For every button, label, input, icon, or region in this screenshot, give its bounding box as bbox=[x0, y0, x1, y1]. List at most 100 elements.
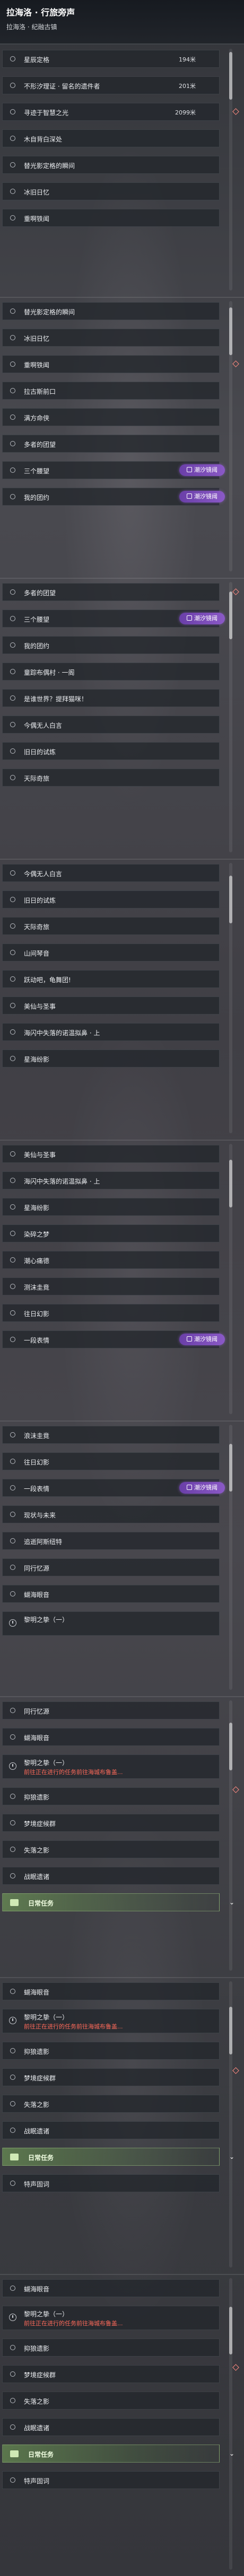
quest-row[interactable]: 潮心痛德 bbox=[2, 1251, 220, 1269]
quest-title: 满方命侠 bbox=[24, 414, 50, 422]
quest-row[interactable]: 星辰定格 194米 bbox=[2, 50, 220, 68]
quest-row[interactable]: 追逝阿斯纽特 bbox=[2, 1532, 220, 1550]
quest-title: 往日幻影 bbox=[24, 1459, 50, 1466]
quest-row[interactable]: 替光影定格的瞬间 bbox=[2, 302, 220, 320]
quest-row[interactable]: 冰旧日忆 bbox=[2, 329, 220, 347]
quest-row[interactable]: 是谁世界？提拜猫咪！ bbox=[2, 689, 220, 707]
quest-row[interactable]: 旧日的试炼 bbox=[2, 742, 220, 760]
quest-row[interactable]: 重啊铁闻 bbox=[2, 355, 220, 373]
quest-row[interactable]: 抑狼遗影 bbox=[2, 2042, 220, 2060]
scrollbar-thumb[interactable] bbox=[229, 52, 232, 100]
quest-row[interactable]: 美仙与圣事 bbox=[2, 1145, 220, 1163]
scrollbar-thumb[interactable] bbox=[229, 307, 232, 355]
quest-row[interactable]: 同行忆源 bbox=[2, 1701, 220, 1719]
quest-row[interactable]: 梦境症候群 bbox=[2, 1814, 220, 1832]
quest-title: 失落之影 bbox=[24, 2101, 50, 2109]
quest-row-active[interactable]: 黎明之挚（一） 前往正在进行的任务前往海城布鲁盖... bbox=[2, 1754, 220, 1779]
quest-row[interactable]: 浪沫圭竟 bbox=[2, 1426, 220, 1444]
quest-row[interactable]: 往日幻影 bbox=[2, 1304, 220, 1322]
quest-row[interactable]: 童踪布偶村 · 一阁 bbox=[2, 663, 220, 681]
scrollbar-thumb[interactable] bbox=[229, 1160, 232, 1207]
quest-marker-icon bbox=[10, 1337, 15, 1342]
quest-marker-icon bbox=[10, 950, 15, 955]
quest-row[interactable]: 重啊铁闻 bbox=[2, 209, 220, 227]
quest-row[interactable]: 今偶无人白言 bbox=[2, 716, 220, 734]
quest-row[interactable]: 蝴海眼音 bbox=[2, 2279, 220, 2297]
track-pin-icon[interactable] bbox=[232, 108, 239, 115]
quest-title: 美仙与圣事 bbox=[24, 1003, 56, 1010]
quest-title: 海闪中失落的诺温拟鼻 · 上 bbox=[24, 1178, 100, 1185]
scrollbar-thumb[interactable] bbox=[229, 2307, 232, 2354]
quest-row[interactable]: 星海纷影 bbox=[2, 1049, 220, 1068]
quest-row[interactable]: 跃动吧，龟舞团! bbox=[2, 970, 220, 988]
quest-row-active[interactable]: 黎明之挚（一） 前往正在进行的任务前往海城布鲁盖... bbox=[2, 2009, 220, 2033]
track-pin-icon[interactable] bbox=[232, 360, 239, 367]
quest-row[interactable]: 失落之影 bbox=[2, 2392, 220, 2410]
quest-row[interactable]: 海闪中失落的诺温拟鼻 · 上 bbox=[2, 1023, 220, 1041]
quest-row[interactable]: 抑狼遗影 bbox=[2, 2339, 220, 2357]
quest-row-active[interactable]: 黎明之挚（一） bbox=[2, 1611, 220, 1636]
track-pin-icon[interactable] bbox=[232, 1786, 239, 1793]
quest-row[interactable]: 特声固词 bbox=[2, 2174, 220, 2192]
quest-row[interactable]: 拉古斯前口 bbox=[2, 382, 220, 400]
quest-row-active[interactable]: 黎明之挚（一） 前往正在进行的任务前往海城布鲁盖... bbox=[2, 2306, 220, 2330]
quest-row[interactable]: 寻迹于智慧之光 2099米 bbox=[2, 103, 220, 121]
quest-row[interactable]: 冰旧日忆 bbox=[2, 182, 220, 200]
track-pin-icon[interactable] bbox=[232, 2364, 239, 2371]
section-header-daily[interactable]: 日常任务 bbox=[2, 1893, 220, 1911]
track-pin-icon[interactable] bbox=[232, 2067, 239, 2074]
quest-row[interactable]: 战眠遗诸 bbox=[2, 1867, 220, 1885]
quest-row[interactable]: 同行忆源 bbox=[2, 1558, 220, 1576]
section-header-daily[interactable]: 日常任务 bbox=[2, 2445, 220, 2463]
quest-row[interactable]: 天际奇旅 bbox=[2, 917, 220, 935]
quest-row[interactable]: 战眠遗诸 bbox=[2, 2121, 220, 2139]
quest-row[interactable]: 蝴海眼音 bbox=[2, 1585, 220, 1603]
quest-marker-icon bbox=[10, 2128, 15, 2133]
quest-row[interactable]: 梦境症候群 bbox=[2, 2068, 220, 2086]
quest-row[interactable]: 特声固词 bbox=[2, 2471, 220, 2489]
quest-row[interactable]: 多者的团望 bbox=[2, 583, 220, 601]
quest-row[interactable]: 梦境症候群 bbox=[2, 2365, 220, 2383]
scrollbar-thumb[interactable] bbox=[229, 592, 232, 639]
quest-row[interactable]: 替光影定格的瞬间 bbox=[2, 156, 220, 174]
section-header-daily[interactable]: 日常任务 bbox=[2, 2148, 220, 2166]
quest-row[interactable]: 海闪中失落的诺温拟鼻 · 上 bbox=[2, 1171, 220, 1189]
scrollbar-thumb[interactable] bbox=[229, 876, 232, 923]
quest-title: 抑狼遗影 bbox=[24, 2048, 50, 2055]
quest-marker-icon bbox=[10, 361, 15, 367]
quest-title: 战眠遗诸 bbox=[24, 2128, 50, 2135]
track-pin-icon[interactable] bbox=[232, 588, 239, 595]
scroll-capture: 多者的团望 三个腰望 我的团约 童踪布偶村 · 一阁 是谁世界？提拜猫咪！ 今偶无人白言旧… bbox=[0, 578, 244, 860]
quest-marker-icon bbox=[10, 748, 15, 754]
scroll-capture: 替光影定格的瞬间 冰旧日忆 重啊铁闻 拉古斯前口 满方命侠 多者的团望 三个腰望 我的团约 潮汐… bbox=[0, 297, 244, 579]
quest-row[interactable]: 不形汐理证 · 留名的遗件者 201米 bbox=[2, 76, 220, 94]
quest-row[interactable]: 失落之影 bbox=[2, 1840, 220, 1858]
quest-title: 冰旧日忆 bbox=[24, 189, 50, 196]
quest-title: 现状与未来 bbox=[24, 1512, 56, 1519]
quest-row[interactable]: 蝴海眼音 bbox=[2, 1728, 220, 1746]
quest-marker-icon bbox=[10, 2075, 15, 2080]
quest-row[interactable]: 美仙与圣事 bbox=[2, 996, 220, 1014]
quest-row[interactable]: 染碎之梦 bbox=[2, 1224, 220, 1242]
quest-row[interactable]: 木自背白深处 bbox=[2, 129, 220, 147]
quest-row[interactable]: 往日幻影 bbox=[2, 1452, 220, 1470]
quest-title: 拉古斯前口 bbox=[24, 388, 56, 395]
quest-row[interactable]: 失落之影 bbox=[2, 2095, 220, 2113]
scrollbar-thumb[interactable] bbox=[229, 1444, 232, 1492]
quest-row[interactable]: 现状与未来 bbox=[2, 1505, 220, 1523]
quest-row[interactable]: 今偶无人白言 bbox=[2, 864, 220, 882]
quest-row[interactable]: 满方命侠 bbox=[2, 408, 220, 426]
quest-row[interactable]: 我的团约 bbox=[2, 636, 220, 654]
quest-row[interactable]: 战眠遗诸 bbox=[2, 2418, 220, 2436]
quest-row[interactable]: 山间琴音 bbox=[2, 943, 220, 961]
badge-icon bbox=[187, 1485, 192, 1490]
quest-row[interactable]: 旧日的试炼 bbox=[2, 890, 220, 908]
quest-row[interactable]: 测沫圭竟 bbox=[2, 1277, 220, 1295]
scrollbar-thumb[interactable] bbox=[229, 1723, 232, 1770]
scrollbar-thumb[interactable] bbox=[229, 2007, 232, 2054]
quest-row[interactable]: 多者的团望 bbox=[2, 435, 220, 453]
quest-row[interactable]: 星海纷影 bbox=[2, 1198, 220, 1216]
quest-row[interactable]: 天际奇旅 bbox=[2, 769, 220, 787]
quest-row[interactable]: 抑狼遗影 bbox=[2, 1787, 220, 1805]
quest-row[interactable]: 蝴海眼音 bbox=[2, 1982, 220, 2000]
